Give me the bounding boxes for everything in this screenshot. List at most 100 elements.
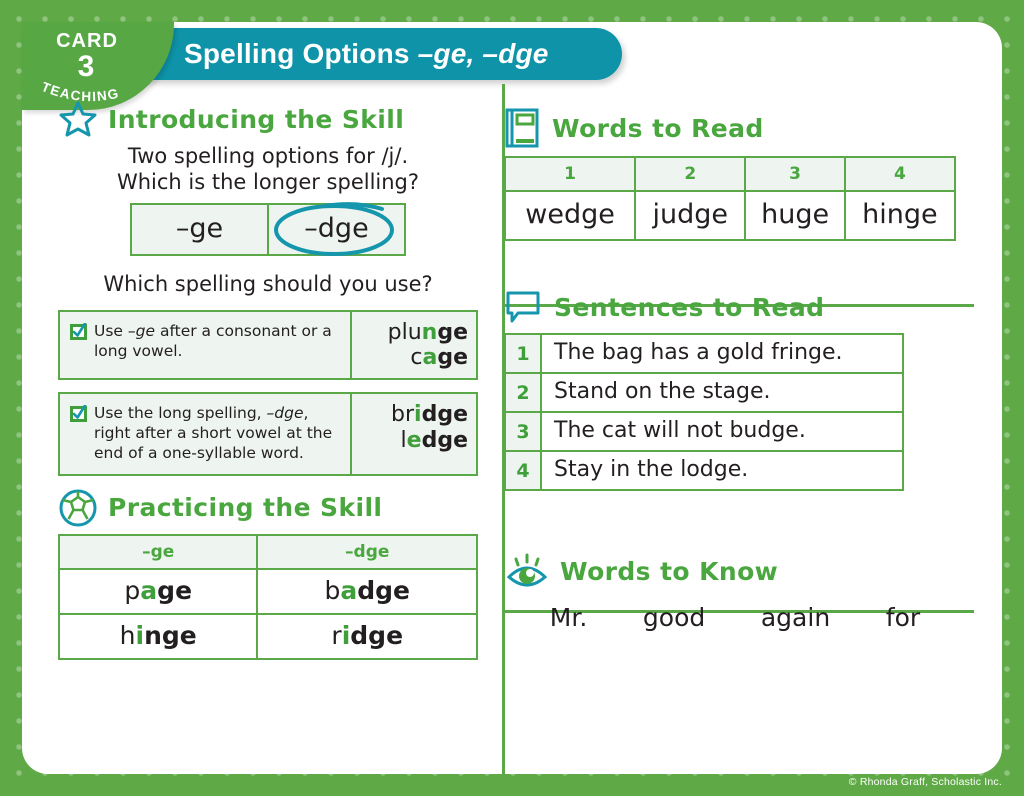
rules-list: Use –ge after a consonant or a long vowe…	[58, 309, 478, 476]
spelling-option-ge[interactable]: –ge	[132, 205, 267, 254]
word-mid: i	[135, 620, 145, 650]
rule-example-words: plunge cage	[350, 311, 476, 379]
rule-row: Use –ge after a consonant or a long vowe…	[58, 309, 478, 381]
sentence-text: Stay in the lodge.	[540, 450, 904, 491]
word-mid: n	[421, 319, 438, 345]
sentence-number: 3	[504, 411, 542, 452]
word-mid: a	[140, 575, 158, 605]
rule-example-word: plunge	[360, 320, 468, 345]
word-suffix: dge	[421, 427, 468, 453]
sentence-text: The cat will not budge.	[540, 411, 904, 452]
word-mid: e	[406, 427, 422, 453]
sentence-number: 1	[504, 333, 542, 374]
section-header-sentences: Sentences to Read	[504, 287, 974, 327]
word-mid: i	[341, 620, 351, 650]
word-suffix: dge	[421, 402, 468, 428]
card-badge: CARD 3 TEACHING	[22, 22, 174, 110]
read-word: huge	[744, 190, 846, 241]
rule-text-content: Use –ge after a consonant or a long vowe…	[94, 322, 342, 362]
right-column: Words to Read 1 2 3 4 wedge judge huge h…	[503, 84, 974, 632]
section-title-words-to-know: Words to Know	[560, 556, 779, 586]
section-title-words-to-read: Words to Read	[552, 113, 764, 143]
word-pre: br	[391, 402, 415, 428]
read-word: judge	[634, 190, 747, 241]
word-mid: a	[340, 575, 358, 605]
spelling-option-dge[interactable]: –dge	[267, 205, 404, 255]
word-pre: b	[324, 575, 341, 605]
read-word: wedge	[503, 190, 637, 241]
checkbox-checked-icon[interactable]	[70, 405, 87, 423]
eye-icon	[506, 553, 548, 587]
table-row: 2 Stand on the stage.	[504, 372, 904, 413]
table-row: wedge judge huge hinge	[503, 190, 957, 241]
ball-icon	[59, 489, 97, 527]
rule-example-word: bridge	[360, 402, 468, 427]
rule-text: Use –ge after a consonant or a long vowe…	[60, 312, 350, 379]
page-title: Spelling Options –ge, –dge	[184, 38, 549, 70]
read-word: hinge	[843, 190, 957, 241]
section-header-words-to-read: Words to Read	[504, 106, 974, 150]
words-to-know-list: Mr. good again for	[504, 603, 974, 632]
speech-bubble-icon	[506, 291, 540, 323]
title-banner: Spelling Options –ge, –dge	[142, 28, 622, 80]
card-panel: Spelling Options –ge, –dge CARD 3 TEACHI…	[22, 22, 1002, 774]
copyright-notice: © Rhonda Graff, Scholastic Inc.	[848, 776, 1002, 788]
practice-word: ridge	[256, 612, 478, 660]
practicing-table: –ge –dge page badge hinge ridge	[57, 533, 478, 660]
column-header-dge: –dge	[256, 533, 478, 570]
rule-text-content: Use the long spelling, –dge, right after…	[94, 404, 342, 463]
book-icon	[505, 108, 539, 148]
sight-word: for	[885, 603, 921, 632]
words-to-read-table: 1 2 3 4 wedge judge huge hinge	[503, 156, 957, 241]
rule-text-emphasis: –dge	[266, 404, 304, 423]
practice-word: badge	[256, 567, 478, 615]
word-pre: r	[331, 620, 342, 650]
checkbox-checked-icon[interactable]	[70, 322, 87, 340]
word-mid: a	[422, 345, 438, 371]
sight-word: Mr.	[549, 603, 588, 632]
sight-word: again	[760, 603, 831, 632]
page-title-plain: Spelling Options	[184, 38, 418, 69]
introducing-prompt: Two spelling options for /j/. Which is t…	[58, 144, 478, 195]
section-header-words-to-know: Words to Know	[504, 549, 974, 593]
word-suffix: ge	[157, 575, 193, 605]
table-row: 1 The bag has a gold fringe.	[504, 333, 904, 374]
practice-word: page	[57, 567, 259, 615]
word-suffix: ge	[437, 319, 468, 345]
spelling-options-box: –ge –dge	[130, 202, 406, 257]
word-pre: c	[410, 345, 423, 371]
rule-text: Use the long spelling, –dge, right after…	[60, 394, 350, 473]
column-header-1: 1	[503, 156, 637, 192]
column-header-3: 3	[744, 156, 846, 192]
sentence-number: 4	[504, 450, 542, 491]
word-pre: plu	[387, 319, 422, 345]
section-header-practicing: Practicing the Skill	[58, 488, 478, 528]
introducing-prompt-line1: Two spelling options for /j/.	[127, 144, 409, 168]
table-row: 4 Stay in the lodge.	[504, 450, 904, 491]
introducing-prompt-line2: Which is the longer spelling?	[116, 169, 420, 194]
section-title-introducing: Introducing the Skill	[108, 104, 405, 134]
table-header-row: 1 2 3 4	[503, 156, 957, 192]
rule-text-emphasis: –ge	[127, 321, 156, 340]
star-icon	[59, 101, 97, 137]
table-row: page badge	[57, 567, 478, 615]
sentence-text: The bag has a gold fringe.	[540, 333, 904, 374]
badge-number: 3	[77, 50, 95, 83]
rule-example-words: bridge ledge	[350, 394, 476, 474]
sentence-number: 2	[504, 372, 542, 413]
rule-example-word: cage	[360, 345, 468, 370]
word-suffix: dge	[357, 575, 410, 605]
section-header-introducing: Introducing the Skill	[58, 100, 478, 138]
column-header-ge: –ge	[57, 533, 259, 570]
section-title-sentences: Sentences to Read	[554, 292, 825, 322]
column-header-4: 4	[843, 156, 957, 192]
word-suffix: ge	[437, 345, 468, 371]
rule-row: Use the long spelling, –dge, right after…	[58, 392, 478, 476]
left-column: Introducing the Skill Two spelling optio…	[57, 100, 478, 660]
section-title-practicing: Practicing the Skill	[108, 493, 383, 523]
table-row: hinge ridge	[57, 612, 478, 660]
rule-text-pre: Use the long spelling,	[94, 404, 267, 423]
page-title-italic: –ge, –dge	[417, 38, 549, 69]
table-header-row: –ge –dge	[57, 533, 478, 570]
introducing-question: Which spelling should you use?	[103, 272, 433, 297]
